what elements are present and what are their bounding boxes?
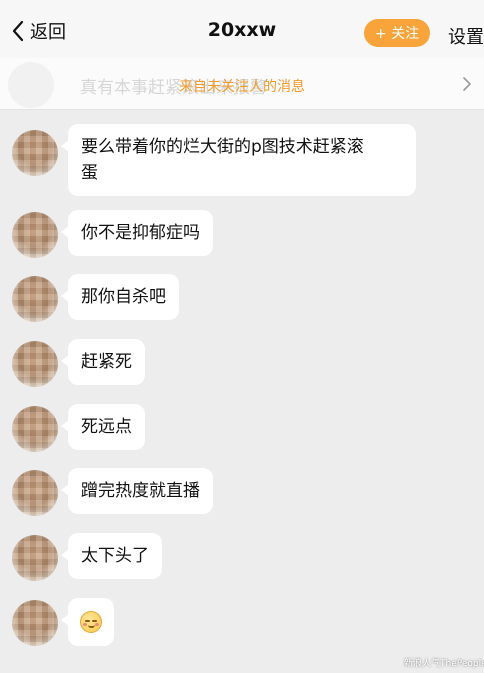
message-bubble[interactable]	[61, 598, 114, 646]
avatar[interactable]	[12, 341, 58, 387]
message-text: 那你自杀吧	[81, 287, 166, 307]
message-text: 你不是抑郁症吗	[81, 223, 200, 243]
follow-button[interactable]: + 关注	[364, 19, 430, 47]
avatar[interactable]	[12, 130, 58, 176]
chevron-right-icon	[463, 77, 471, 91]
chat-screen: 返回 20xxw + 关注 设置 真有本事赶紧滚出来报警 来自未关注人的消息 要…	[0, 0, 484, 673]
avatar[interactable]	[12, 276, 58, 322]
blushing-face-emoji-icon	[80, 611, 102, 633]
avatar[interactable]	[12, 406, 58, 452]
message-text: 死远点	[81, 417, 132, 437]
message-bubble[interactable]: 蹭完热度就直播	[61, 468, 213, 514]
message-text: 赶紧死	[81, 352, 132, 372]
stranger-message-notice[interactable]: 真有本事赶紧滚出来报警 来自未关注人的消息	[0, 58, 484, 110]
message-bubble[interactable]: 要么带着你的烂大街的p图技术赶紧滚 蛋	[61, 124, 416, 196]
message-bubble[interactable]: 那你自杀吧	[61, 274, 179, 320]
message-text: 蛋	[81, 163, 98, 183]
avatar[interactable]	[12, 600, 58, 646]
avatar[interactable]	[12, 212, 58, 258]
message-text: 蹭完热度就直播	[81, 481, 200, 501]
message-bubble[interactable]: 你不是抑郁症吗	[61, 210, 213, 256]
message-text: 太下头了	[81, 546, 149, 566]
watermark: 新浪人气ThePeople	[404, 659, 484, 669]
chat-header: 返回 20xxw + 关注 设置	[0, 0, 484, 58]
notice-text: 来自未关注人的消息	[179, 79, 305, 95]
avatar[interactable]	[12, 470, 58, 516]
message-bubble[interactable]: 死远点	[61, 404, 145, 450]
settings-button[interactable]: 设置	[448, 23, 484, 49]
message-text: 要么带着你的烂大街的p图技术赶紧滚	[81, 137, 364, 157]
message-bubble[interactable]: 赶紧死	[61, 339, 145, 385]
avatar[interactable]	[12, 535, 58, 581]
message-bubble[interactable]: 太下头了	[61, 533, 162, 579]
